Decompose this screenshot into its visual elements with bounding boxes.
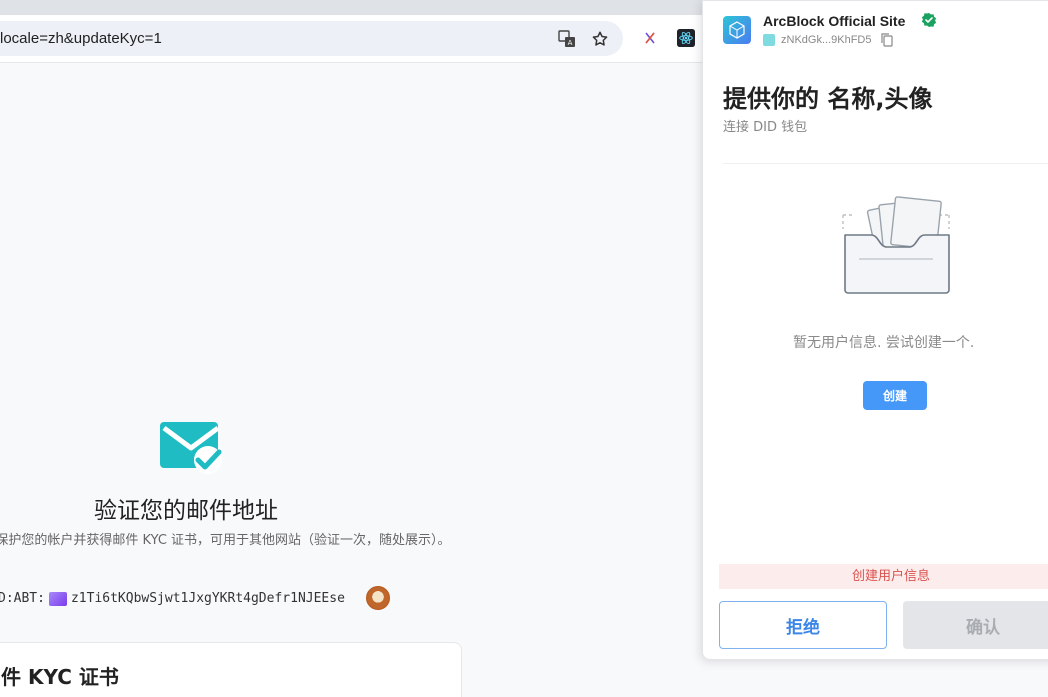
arcblock-logo-icon <box>723 16 751 44</box>
bookmark-star-icon[interactable] <box>590 29 610 49</box>
status-message: 创建用户信息 <box>719 564 1048 589</box>
did-address: D:ABT: z1Ti6tKQbwSjwt1JxgYKRt4gDefr1NJEE… <box>0 591 345 606</box>
translate-icon[interactable]: A <box>557 29 577 49</box>
svg-text:A: A <box>568 39 573 47</box>
address-bar[interactable]: locale=zh&updateKyc=1 A <box>0 21 623 56</box>
url-text[interactable]: locale=zh&updateKyc=1 <box>0 30 162 47</box>
empty-inbox-icon <box>841 193 951 297</box>
did-connect-popup: ArcBlock Official Site zNKdGk...9KhFD5 提… <box>702 0 1048 660</box>
divider <box>723 163 1048 164</box>
verified-badge-icon <box>921 12 937 28</box>
reject-button[interactable]: 拒绝 <box>719 601 887 649</box>
did-value: z1Ti6tKQbwSjwt1JxgYKRt4gDefr1NJEEse <box>70 591 345 606</box>
did-identicon-icon <box>763 34 775 46</box>
did-prefix: D:ABT: <box>0 591 45 606</box>
site-did-text: zNKdGk...9KhFD5 <box>781 34 872 46</box>
verify-email-description: 保护您的帐户并获得邮件 KYC 证书，可用于其他网站（验证一次，随处展示）。 <box>0 533 451 548</box>
popup-title: 提供你的 名称,头像 <box>723 85 933 113</box>
verify-email-title: 验证您的邮件地址 <box>94 498 278 524</box>
extension-x-icon[interactable] <box>640 28 660 48</box>
did-identicon-icon <box>48 591 67 606</box>
avatar <box>366 586 390 610</box>
copy-icon[interactable] <box>881 33 894 47</box>
kyc-card: 件 KYC 证书 <box>0 642 462 697</box>
popup-subtitle: 连接 DID 钱包 <box>723 120 808 135</box>
empty-state-text: 暂无用户信息. 尝试创建一个. <box>793 335 975 351</box>
react-devtools-icon[interactable] <box>676 28 696 48</box>
site-name: ArcBlock Official Site <box>763 13 906 29</box>
mail-verified-icon <box>158 420 224 478</box>
kyc-card-title: 件 KYC 证书 <box>1 665 119 689</box>
site-did: zNKdGk...9KhFD5 <box>763 33 894 47</box>
confirm-button[interactable]: 确认 <box>903 601 1048 649</box>
create-button[interactable]: 创建 <box>863 381 927 410</box>
